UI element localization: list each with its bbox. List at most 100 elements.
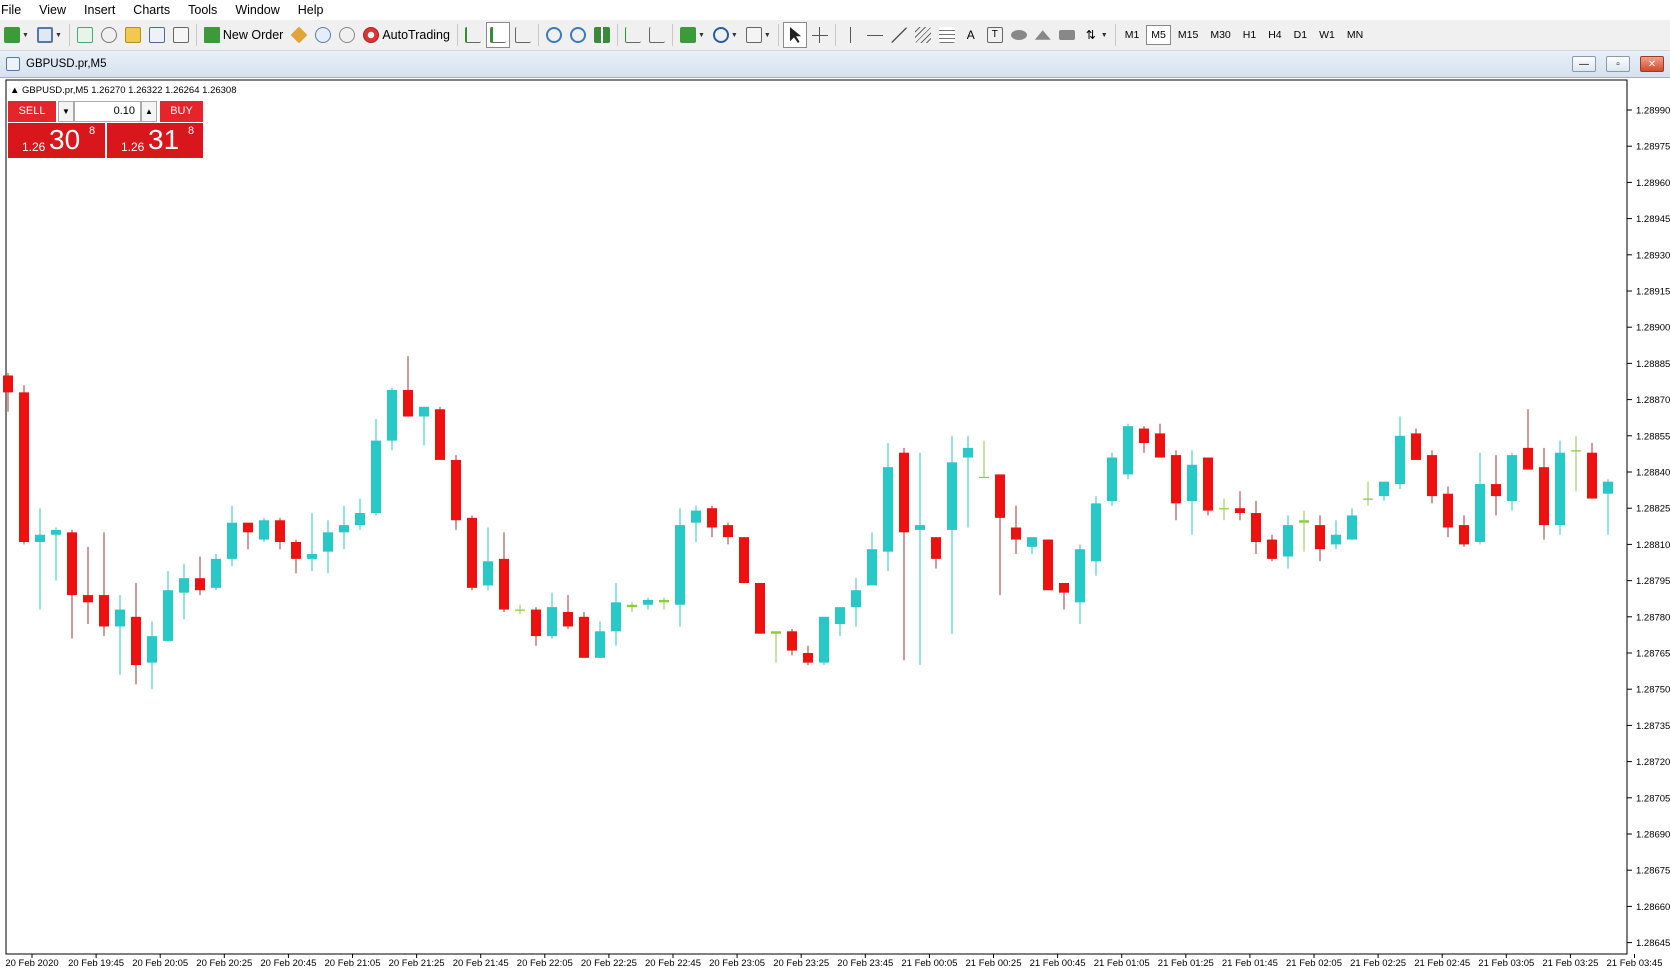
y-tick-label: 1.28840 bbox=[1636, 468, 1670, 479]
auto-scroll-button[interactable] bbox=[622, 23, 644, 47]
menu-window[interactable]: Window bbox=[226, 0, 288, 20]
periods-button[interactable]: ▼ bbox=[710, 23, 741, 47]
timeframe-h1[interactable]: H1 bbox=[1238, 25, 1261, 45]
collapse-triangle-icon[interactable]: ▲ bbox=[10, 85, 19, 96]
buy-button[interactable]: BUY bbox=[160, 101, 203, 122]
sell-price-big: 30 bbox=[49, 124, 81, 155]
zoom-out-button[interactable] bbox=[567, 23, 589, 47]
autotrading-button[interactable]: AutoTrading bbox=[360, 23, 453, 47]
timeframe-m5[interactable]: M5 bbox=[1146, 25, 1171, 45]
candle-body bbox=[35, 534, 45, 542]
candlestick-chart-button[interactable] bbox=[485, 22, 510, 48]
tile-windows-icon bbox=[593, 27, 610, 43]
auto-scroll-icon bbox=[624, 27, 641, 43]
trendline-button[interactable] bbox=[888, 23, 910, 47]
text-label-button[interactable]: T bbox=[984, 23, 1006, 47]
candle-body bbox=[275, 520, 285, 542]
crosshair-button[interactable] bbox=[809, 23, 831, 47]
chart-shift-button[interactable] bbox=[646, 23, 668, 47]
text-a-icon: A bbox=[966, 28, 975, 42]
zoom-in-button[interactable] bbox=[543, 23, 565, 47]
cursor-button[interactable] bbox=[782, 22, 807, 48]
candle-body bbox=[691, 510, 701, 523]
x-tick-label: 21 Feb 01:45 bbox=[1222, 958, 1278, 969]
lot-decrease-button[interactable]: ▼ bbox=[58, 101, 74, 122]
triangle-button[interactable] bbox=[1032, 23, 1054, 47]
minimize-button[interactable]: — bbox=[1572, 56, 1596, 72]
x-tick-label: 21 Feb 03:05 bbox=[1478, 958, 1534, 969]
lot-increase-button[interactable]: ▲ bbox=[141, 101, 157, 122]
buy-price-button[interactable]: 1.26 31 8 bbox=[107, 123, 203, 158]
candle-body bbox=[1539, 467, 1549, 526]
menu-file[interactable]: File bbox=[0, 0, 30, 20]
bar-chart-button[interactable] bbox=[462, 23, 484, 47]
close-button[interactable]: ✕ bbox=[1640, 56, 1664, 72]
toolbar-separator bbox=[834, 24, 836, 46]
chat-button[interactable] bbox=[312, 23, 334, 47]
menu-tools[interactable]: Tools bbox=[179, 0, 226, 20]
candle-body bbox=[1171, 455, 1181, 504]
arrows-button[interactable]: ⇅ ▼ bbox=[1080, 23, 1111, 47]
toolbar-separator bbox=[671, 24, 673, 46]
timeframe-w1[interactable]: W1 bbox=[1314, 25, 1340, 45]
y-tick-label: 1.28945 bbox=[1636, 214, 1670, 225]
menu-view[interactable]: View bbox=[30, 0, 75, 20]
menu-help[interactable]: Help bbox=[289, 0, 333, 20]
timeframe-m1[interactable]: M1 bbox=[1120, 25, 1145, 45]
toolbar-separator bbox=[195, 24, 197, 46]
candle-body bbox=[227, 522, 237, 559]
channel-button[interactable] bbox=[912, 23, 934, 47]
text-button[interactable]: A bbox=[960, 23, 982, 47]
y-tick-label: 1.28750 bbox=[1636, 685, 1670, 696]
templates-button[interactable]: ▼ bbox=[743, 23, 774, 47]
chart-window-titlebar[interactable]: GBPUSD.pr,M5 — ▫ ✕ bbox=[0, 51, 1670, 78]
candle-body bbox=[1027, 537, 1037, 547]
fibonacci-button[interactable] bbox=[936, 23, 958, 47]
candle-body bbox=[1507, 455, 1517, 501]
profiles-button[interactable]: ▼ bbox=[34, 23, 65, 47]
horizontal-line-button[interactable] bbox=[864, 23, 886, 47]
y-tick-label: 1.28900 bbox=[1636, 323, 1670, 334]
navigator-button[interactable] bbox=[122, 23, 144, 47]
menu-charts[interactable]: Charts bbox=[124, 0, 179, 20]
sell-button[interactable]: SELL bbox=[8, 101, 56, 122]
candle-body bbox=[851, 590, 861, 608]
market-watch-button[interactable] bbox=[74, 23, 96, 47]
timeframe-m30[interactable]: M30 bbox=[1205, 25, 1235, 45]
candle-body bbox=[659, 599, 669, 603]
candle-body bbox=[1603, 481, 1613, 494]
candle-body bbox=[323, 532, 333, 552]
sell-price-sup: 8 bbox=[89, 125, 96, 137]
menu-insert[interactable]: Insert bbox=[75, 0, 124, 20]
candle-body bbox=[1139, 428, 1149, 444]
candle-body bbox=[803, 653, 813, 663]
new-order-button[interactable]: New Order bbox=[201, 23, 286, 47]
y-tick-label: 1.28735 bbox=[1636, 721, 1670, 732]
terminal-button[interactable] bbox=[146, 23, 168, 47]
line-chart-button[interactable] bbox=[512, 23, 534, 47]
lot-size-input[interactable]: 0.10 bbox=[74, 101, 141, 122]
price-chart[interactable]: 1.28990 1.28975 1.28960 1.28945 1.28930 1.289… bbox=[0, 78, 1670, 972]
indicators-button[interactable]: ▼ bbox=[677, 23, 708, 47]
new-chart-button[interactable]: ▼ bbox=[1, 23, 32, 47]
timeframe-h4[interactable]: H4 bbox=[1263, 25, 1286, 45]
timeframe-mn[interactable]: MN bbox=[1342, 25, 1368, 45]
toolbar-separator bbox=[616, 24, 618, 46]
data-window-button[interactable] bbox=[98, 23, 120, 47]
x-tick-label: 21 Feb 01:05 bbox=[1094, 958, 1150, 969]
timeframe-d1[interactable]: D1 bbox=[1289, 25, 1312, 45]
x-tick-label: 20 Feb 21:45 bbox=[453, 958, 509, 969]
vertical-line-button[interactable] bbox=[840, 23, 862, 47]
candle-body bbox=[179, 578, 189, 593]
metaeditor-button[interactable] bbox=[288, 23, 310, 47]
candlestick-chart[interactable]: 1.28990 1.28975 1.28960 1.28945 1.28930 1.289… bbox=[0, 78, 1670, 972]
timeframe-m15[interactable]: M15 bbox=[1173, 25, 1203, 45]
sell-price-button[interactable]: 1.26 30 8 bbox=[8, 123, 105, 158]
y-tick-label: 1.28915 bbox=[1636, 287, 1670, 298]
rectangle-button[interactable] bbox=[1056, 23, 1078, 47]
tile-windows-button[interactable] bbox=[591, 23, 613, 47]
strategy-tester-button[interactable] bbox=[170, 23, 192, 47]
signals-button[interactable] bbox=[336, 23, 358, 47]
ellipse-button[interactable] bbox=[1008, 23, 1030, 47]
restore-button[interactable]: ▫ bbox=[1606, 56, 1630, 72]
